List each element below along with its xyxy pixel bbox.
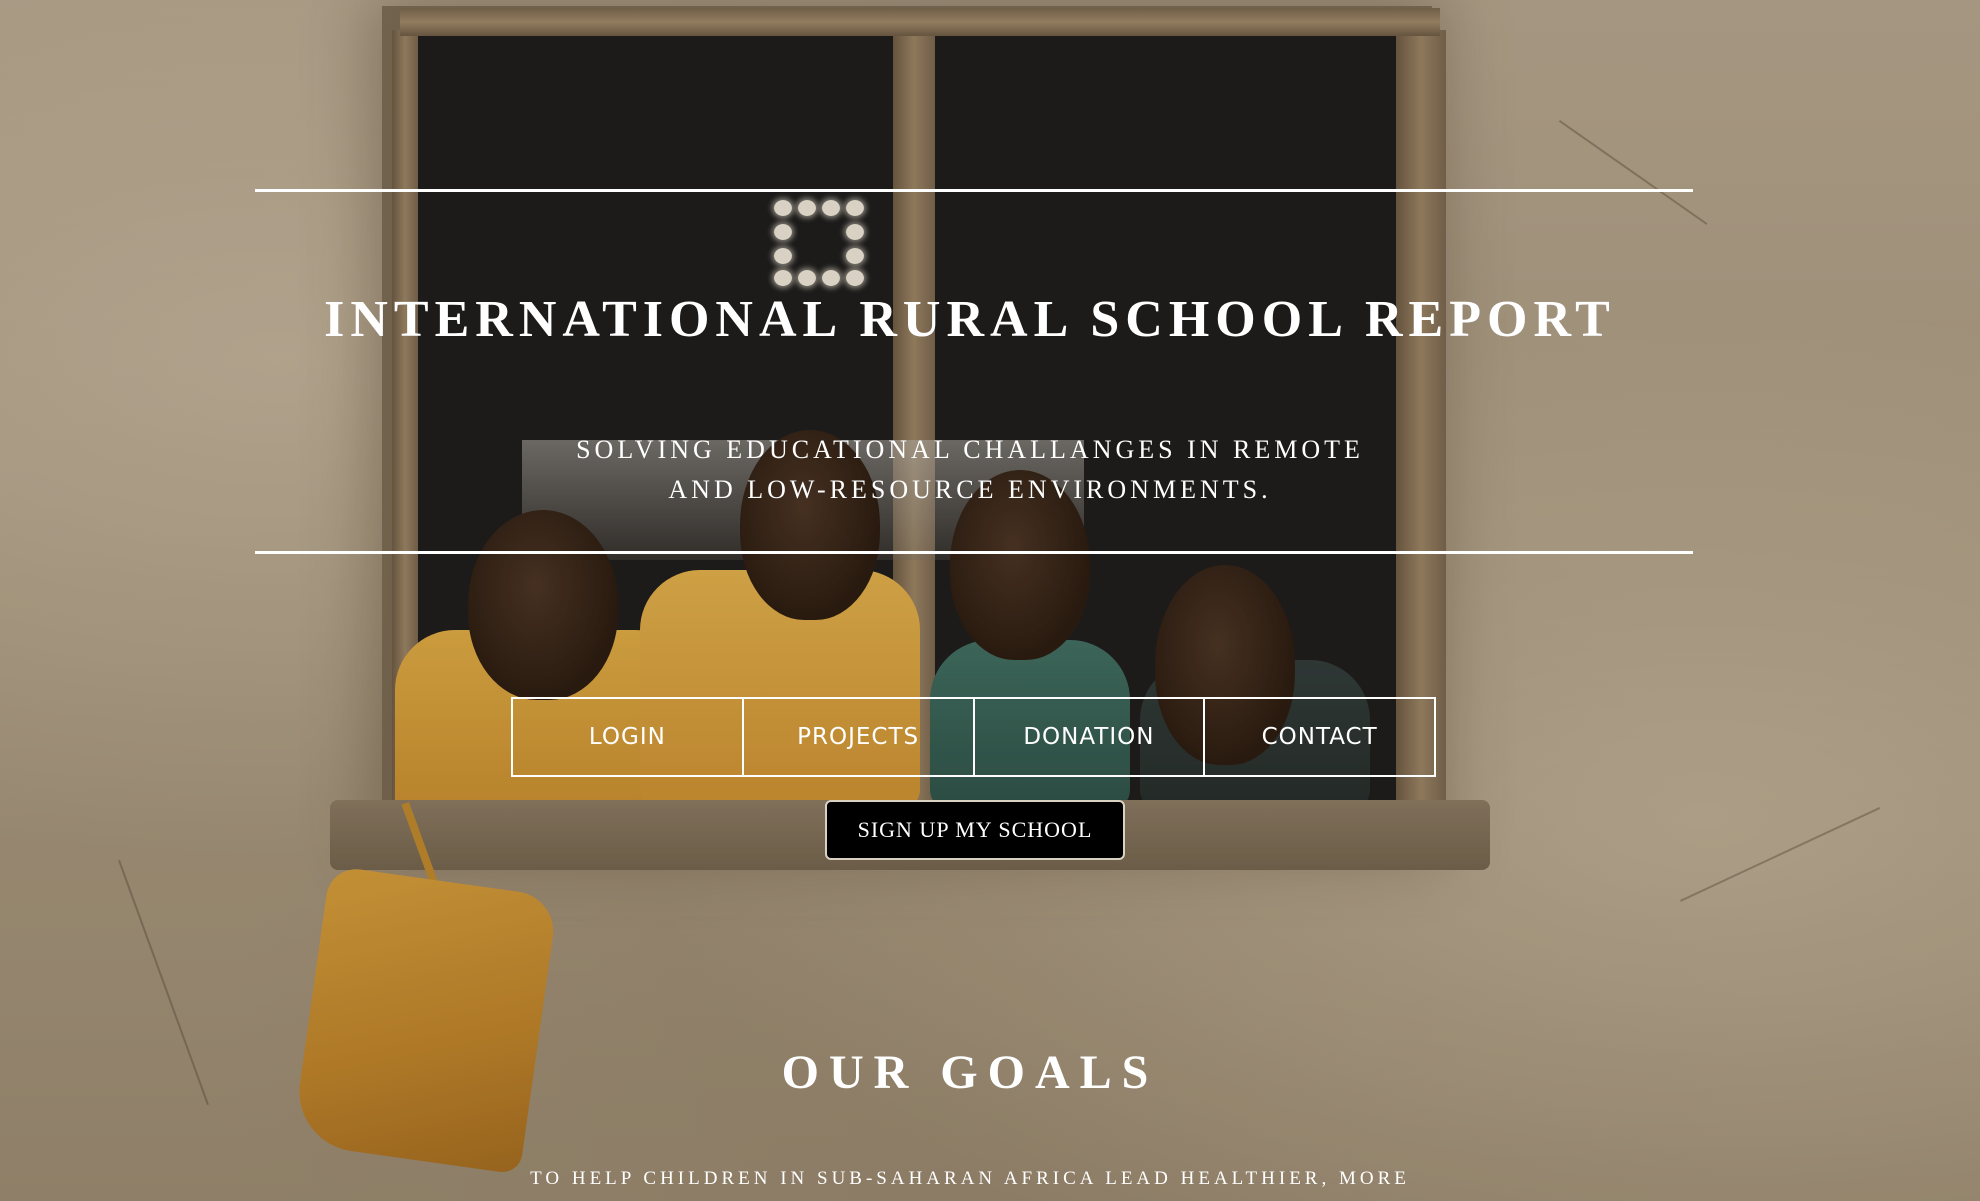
main-nav: LOGIN PROJECTS DONATION CONTACT (511, 697, 1436, 777)
tagline: SOLVING EDUCATIONAL CHALLANGES IN REMOTE… (0, 430, 1940, 510)
site-title: INTERNATIONAL RURAL SCHOOL REPORT (324, 291, 1616, 348)
sign-up-school-button[interactable]: SIGN UP MY SCHOOL (825, 800, 1125, 860)
hero-background-photo (0, 0, 1980, 1201)
top-divider (255, 189, 1693, 192)
nav-donation-button[interactable]: DONATION (972, 697, 1206, 777)
photo-tint-overlay (0, 0, 1980, 1201)
nav-login-button[interactable]: LOGIN (511, 697, 744, 777)
tagline-line-1: SOLVING EDUCATIONAL CHALLANGES IN REMOTE (576, 435, 1364, 464)
nav-projects-button[interactable]: PROJECTS (741, 697, 975, 777)
tagline-line-2: AND LOW-RESOURCE ENVIRONMENTS. (668, 475, 1272, 504)
goals-heading: OUR GOALS (781, 1046, 1159, 1099)
bottom-divider (255, 551, 1693, 554)
nav-contact-button[interactable]: CONTACT (1203, 697, 1436, 777)
dotted-square-logo-icon (770, 198, 870, 290)
goals-text: TO HELP CHILDREN IN SUB-SAHARAN AFRICA L… (530, 1168, 1410, 1189)
